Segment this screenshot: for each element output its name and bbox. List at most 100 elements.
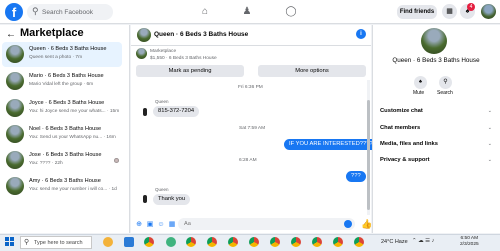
listing-price[interactable]: $1,550 · 6 Beds 3 Baths House — [150, 56, 217, 61]
bell-icon[interactable]: ♠ — [414, 76, 427, 89]
chrome-icon[interactable] — [207, 237, 217, 247]
emoji-icon[interactable] — [344, 220, 352, 228]
message-composer[interactable] — [178, 218, 355, 230]
back-arrow-icon[interactable]: ← — [6, 29, 16, 40]
mark-as-pending-button[interactable]: Mark as pending — [136, 65, 244, 77]
chat-members-row[interactable]: Chat members ⌄ — [380, 125, 496, 131]
row-label: Media, files and links — [380, 141, 438, 147]
media-files-links-row[interactable]: Media, files and links ⌄ — [380, 141, 496, 147]
like-icon[interactable]: 👍 — [361, 219, 372, 230]
profile-avatar[interactable] — [481, 4, 496, 19]
chrome-icon[interactable] — [228, 237, 238, 247]
search-input[interactable] — [42, 4, 110, 20]
chrome-icon[interactable] — [291, 237, 301, 247]
conversation-preview: You: send me your number i will co... · … — [29, 187, 117, 192]
row-label: Privacy & support — [380, 157, 430, 163]
sidebar-title: Marketplace — [20, 27, 84, 39]
search-box[interactable]: ⚲ — [27, 4, 113, 20]
menu-grid-icon[interactable]: ▦ — [442, 4, 457, 19]
message-sender: Queen — [155, 99, 169, 104]
conversation-title: Jose · 6 Beds 3 Baths House — [29, 152, 102, 158]
info-icon[interactable]: i — [356, 29, 366, 39]
photo-icon[interactable]: ▣ — [146, 221, 154, 229]
listing-thumbnail — [6, 45, 24, 63]
clock-date: 2/3/2025 — [460, 242, 479, 247]
conversation-item[interactable]: Amy · 6 Beds 3 Baths House You: send me … — [2, 174, 122, 199]
sender-avatar — [140, 195, 150, 205]
message-sender: Queen — [155, 187, 169, 192]
chrome-icon[interactable] — [144, 237, 154, 247]
facebook-logo-icon[interactable]: f — [5, 3, 23, 21]
conversation-preview: Mario Vidal left the group · 6m — [29, 82, 94, 87]
listing-thumbnail[interactable] — [136, 48, 147, 59]
conversation-item[interactable]: Queen · 6 Beds 3 Baths House Queen sent … — [2, 42, 122, 67]
conversation-item[interactable]: Mario · 6 Beds 3 Baths House Mario Vidal… — [2, 69, 122, 94]
weather-widget[interactable]: 24°C Haze — [381, 239, 408, 245]
taskbar-clock[interactable]: 6:50 AM 2/3/2025 — [460, 236, 479, 248]
chevron-down-icon: ⌄ — [487, 108, 492, 114]
gif-icon[interactable]: ▦ — [168, 221, 176, 229]
scrollbar-thumb[interactable] — [367, 100, 370, 210]
message-input[interactable] — [184, 218, 334, 230]
details-title: Queen · 6 Beds 3 Baths House — [392, 57, 480, 64]
plus-icon[interactable]: ⊕ — [135, 221, 143, 229]
windows-start-icon[interactable] — [5, 237, 14, 246]
message-timestamp: Fri 6:36 PM — [238, 85, 263, 90]
conversation-item[interactable]: Noel · 6 Beds 3 Baths House You: Send us… — [2, 122, 122, 147]
listing-thumbnail — [6, 125, 24, 143]
search-label[interactable]: Search — [437, 90, 453, 96]
search-icon: ⚲ — [24, 239, 30, 246]
conversation-avatar — [421, 28, 447, 54]
message-list: Fri 6:36 PM Queen 815-372-7204 Sat 7:59 … — [131, 80, 378, 215]
message-timestamp: Sat 7:59 AM — [239, 126, 266, 131]
friends-icon[interactable]: ♟ — [240, 5, 254, 19]
mute-label[interactable]: Mute — [413, 90, 424, 96]
listing-thumbnail — [6, 99, 24, 117]
conversation-preview: You: Send us your WhatsApp nu... · 16m — [29, 135, 116, 140]
conversation-title: Noel · 6 Beds 3 Baths House — [29, 126, 102, 132]
home-icon[interactable]: ⌂ — [198, 5, 212, 19]
chrome-icon[interactable] — [270, 237, 280, 247]
task-view-icon[interactable] — [124, 237, 134, 247]
incoming-message[interactable]: 815-372-7204 — [153, 106, 200, 117]
incoming-message[interactable]: Thank you — [153, 194, 191, 205]
app-icon[interactable] — [166, 237, 176, 247]
divider — [131, 45, 371, 46]
chrome-icon[interactable] — [186, 237, 196, 247]
chrome-icon[interactable] — [333, 237, 343, 247]
taskbar-search[interactable]: ⚲ Type here to search — [20, 236, 92, 249]
more-options-button[interactable]: More options — [258, 65, 366, 77]
find-friends-button[interactable]: Find friends — [397, 5, 437, 19]
chrome-icon[interactable] — [249, 237, 259, 247]
groups-icon[interactable]: ◯ — [284, 5, 298, 19]
listing-thumbnail — [6, 151, 24, 169]
system-tray-icons[interactable]: ⌃ ☁ ☰ ♪ — [412, 238, 434, 244]
row-label: Customize chat — [380, 108, 423, 114]
outgoing-message[interactable]: ??? — [346, 171, 366, 182]
message-timestamp: 6:28 AM — [239, 158, 257, 163]
search-icon[interactable]: ⚲ — [439, 76, 452, 89]
listing-label: Marketplace — [150, 49, 177, 54]
listing-thumbnail — [6, 72, 24, 90]
conversation-item[interactable]: Jose · 6 Beds 3 Baths House You: ???? · … — [2, 148, 122, 173]
conversation-title: Amy · 6 Beds 3 Baths House — [29, 178, 101, 184]
customize-chat-row[interactable]: Customize chat ⌄ — [380, 108, 496, 114]
chat-title[interactable]: Queen · 6 Beds 3 Baths House — [154, 31, 248, 38]
chevron-down-icon: ⌄ — [487, 157, 492, 163]
conversation-item[interactable]: Joyce · 6 Beds 3 Baths House You: hi Joy… — [2, 96, 122, 121]
conversation-preview: You: ???? · 22h — [29, 161, 63, 166]
app-icon[interactable] — [103, 237, 113, 247]
sticker-icon[interactable]: ☺ — [157, 221, 165, 229]
notification-badge: 4 — [467, 3, 475, 11]
conversation-preview: Queen sent a photo · 7m — [29, 55, 83, 60]
search-icon: ⚲ — [32, 6, 39, 16]
conversation-preview: You: hi Joyce send me your whats... · 15… — [29, 109, 120, 114]
sender-avatar — [140, 108, 150, 118]
chrome-icon[interactable] — [312, 237, 322, 247]
chat-avatar[interactable] — [137, 28, 151, 42]
chevron-down-icon: ⌄ — [487, 141, 492, 147]
seen-avatar — [114, 158, 119, 163]
chrome-icon[interactable] — [354, 237, 364, 247]
outgoing-message[interactable]: IF YOU ARE INTERESTED???? — [284, 139, 378, 150]
privacy-support-row[interactable]: Privacy & support ⌄ — [380, 157, 496, 163]
